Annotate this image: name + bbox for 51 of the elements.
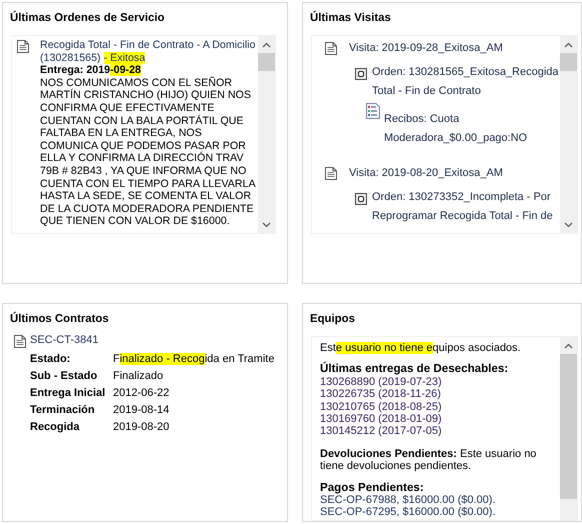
field-value: Finalizado - Recogida en Tramite [113,352,274,367]
panel-title: Últimas Visitas [310,11,392,26]
scrollbar-thumb[interactable] [560,354,577,499]
panel-title: Últimas Ordenes de Servicio [10,11,166,26]
order-note: NOS COMUNICAMOS CON EL SEÑOR MARTÍN CRISTANCHO (HIJO) QUIEN NOS CONFIRMA QUE EFECTIVAMENTE CUENTAN CON LA BALA PORTÁTIL QUE FALTABA EN LA ENTREGA, NOS COMUNICA QUE PODEMOS PASAR POR ELLA Y CONFIRMA LA DIRECCIÓN TRAV 79B # 82B43 , YA QUE INFORMA QUE NO CUENTA CON EL TIEMPO PARA LLEVARLA HASTA LA SEDE, SE COMENTA EL VALOR DE LA CUOTA MODERADORA PENDIENTE QUE TIENEN CON VALOR DE $16000. [40,76,256,228]
order-text: Orden: 130273352_Incompleta - Por Reprogramar Recogida Total - Fin de [372,190,554,224]
scrollbar[interactable] [258,36,275,233]
payment-link[interactable]: SEC-OP-67988, $16000.00 ($0.00). [320,494,496,506]
visit-label: Visita: 2019-08-20_Exitosa_AM [349,166,503,181]
returns-text: Devoluciones Pendientes: Este usuario no tiene devoluciones pendientes. [320,448,538,473]
delivery-link[interactable]: 130210765 (2018-08-25) [320,400,442,414]
delivery-link[interactable]: 130169760 (2018-01-09) [320,413,442,426]
scroll-down-icon[interactable] [262,222,271,228]
receipt-text: Recibos: Cuota Moderadora_$0.00_pago:NO [384,112,524,146]
list-document-icon [366,103,380,119]
document-icon [324,166,338,181]
square-circle-icon [355,68,367,80]
scroll-up-icon[interactable] [262,42,271,48]
contract-link[interactable]: SEC-CT-3841 [30,334,98,346]
scroll-down-icon[interactable] [564,222,573,228]
scroll-up-icon[interactable] [564,42,573,48]
section-heading: Últimas entregas de Desechables: [320,363,510,376]
field-value: 2019-08-20 [113,420,170,435]
document-icon [13,334,27,349]
panel-title: Equipos [310,312,356,327]
field-label: Estado: [30,352,72,367]
panel-title: Últimos Contratos [10,312,110,327]
scrollbar[interactable] [560,36,577,233]
scrollbar-thumb[interactable] [560,53,577,71]
scrollbar[interactable] [560,337,577,520]
document-icon [16,39,30,54]
field-value: Finalizado [113,369,164,384]
field-label: Sub - Estado [30,369,98,384]
equipment-message: Este usuario no tiene equipos asociados. [320,342,522,354]
scroll-up-icon[interactable] [564,343,573,349]
delivery-link[interactable]: 130226735 (2018-11-26) [320,388,441,401]
payment-link[interactable]: SEC-OP-67295, $16000.00 ($0.00). [320,506,496,519]
delivery-date: Entrega: 2019-09-28 [40,64,142,77]
scrollbar-thumb[interactable] [258,53,275,71]
field-value: 2019-08-14 [113,403,170,418]
field-label: Recogida [30,420,81,435]
field-label: Entrega Inicial [30,386,106,401]
delivery-link[interactable]: 130145212 (2017-07-05) [320,425,442,438]
square-circle-icon [355,193,367,205]
order-text: Orden: 130281565_Exitosa_Recogida Total - Fin de Contrato [372,65,560,99]
field-label: Terminación [30,403,96,418]
document-icon [324,41,338,56]
section-heading: Pagos Pendientes: [320,482,425,494]
visit-label: Visita: 2019-09-28_Exitosa_AM [349,41,503,56]
delivery-link[interactable]: 130268890 (2019-07-23) [320,376,442,388]
field-value: 2012-06-22 [113,386,170,401]
